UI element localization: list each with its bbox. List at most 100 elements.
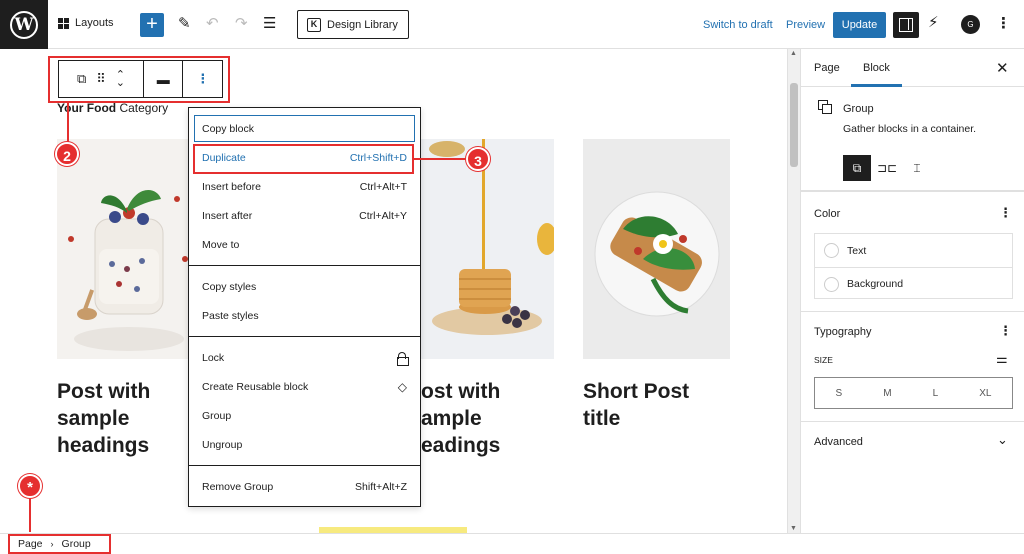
layouts-label: Layouts: [75, 17, 114, 29]
menu-item-paste-styles[interactable]: Paste styles: [189, 301, 420, 330]
annotation-connector-2: [67, 103, 69, 142]
pencil-tools-icon[interactable]: ✎: [178, 14, 191, 32]
post-title-3[interactable]: Short Post title: [583, 378, 689, 432]
font-size-picker: S M L XL: [814, 377, 1013, 409]
design-library-button[interactable]: K Design Library: [297, 10, 409, 39]
menu-item-label: Create Reusable block: [202, 380, 309, 393]
block-inserter-button[interactable]: +: [140, 13, 164, 37]
close-icon[interactable]: ✕: [996, 59, 1009, 77]
color-text-row[interactable]: Text: [815, 234, 1012, 267]
menu-item-shortcut: Ctrl+Alt+T: [359, 180, 407, 193]
color-background-label: Background: [847, 278, 904, 290]
color-options-kebab-icon[interactable]: ⋮: [999, 205, 1012, 221]
section-heading-bold: Your Food: [57, 101, 117, 115]
text-color-swatch: [824, 243, 839, 258]
update-button[interactable]: Update: [833, 12, 886, 38]
group-variation-icon: ⧉: [852, 160, 862, 175]
design-library-label: Design Library: [327, 18, 398, 31]
menu-item-label: Lock: [202, 351, 225, 364]
menu-item-copy-block[interactable]: Copy block: [193, 114, 416, 143]
block-card-description: Gather blocks in a container.: [843, 123, 977, 135]
color-background-row[interactable]: Background: [815, 267, 1012, 300]
post-image-yogurt-parfait: [57, 139, 204, 359]
annotation-box-block-toolbar: [48, 56, 230, 103]
menu-item-label: Ungroup: [202, 438, 243, 451]
options-kebab-icon[interactable]: ⋮: [996, 14, 1011, 32]
list-view-icon[interactable]: ☰: [263, 14, 276, 32]
undo-icon[interactable]: ↶: [206, 14, 219, 32]
block-breadcrumb-bar: [0, 533, 1024, 554]
post-title-2[interactable]: ost with ample eadings: [421, 378, 500, 459]
menu-item-insert-before[interactable]: Insert before Ctrl+Alt+T: [189, 172, 420, 201]
annotation-marker-3: 3: [466, 147, 490, 171]
tab-block[interactable]: Block: [863, 62, 890, 74]
switch-to-draft-link[interactable]: Switch to draft: [703, 19, 773, 31]
menu-item-lock[interactable]: Lock: [189, 343, 420, 372]
variation-stack-button[interactable]: ⌶: [903, 155, 931, 181]
annotation-box-breadcrumb: [8, 534, 111, 554]
background-color-swatch: [824, 276, 839, 292]
wordpress-logo-button[interactable]: W: [0, 0, 48, 49]
lock-icon: [397, 351, 409, 366]
menu-item-label: Insert after: [202, 209, 253, 222]
annotation-connector-star: [29, 498, 31, 532]
tab-page[interactable]: Page: [814, 62, 840, 74]
post-title-1[interactable]: Post with sample headings: [57, 378, 150, 459]
post-title-line: Post with: [57, 380, 151, 403]
sidebar-tabs: Page Block ✕: [801, 49, 1024, 87]
post-title-line: ample: [421, 407, 482, 430]
menu-group-styles: Copy styles Paste styles: [189, 266, 420, 337]
font-size-xl[interactable]: XL: [979, 388, 991, 399]
menu-item-remove-group[interactable]: Remove Group Shift+Alt+Z: [189, 472, 420, 501]
chevron-down-icon[interactable]: ⌄: [997, 432, 1008, 448]
annotation-connector-3: [414, 158, 466, 160]
g-plugin-icon[interactable]: G: [961, 15, 980, 34]
menu-group-block: Copy block Duplicate Ctrl+Shift+D Insert …: [189, 108, 420, 266]
redo-icon[interactable]: ↷: [235, 14, 248, 32]
post-title-line: ost with: [421, 380, 501, 403]
menu-item-label: Insert before: [202, 180, 261, 193]
performance-icon[interactable]: ⚡: [928, 13, 939, 31]
variation-row-button[interactable]: ⊐⊏: [873, 155, 901, 181]
scroll-down-arrow-icon[interactable]: ▼: [790, 525, 797, 532]
block-card-title: Group: [843, 103, 874, 115]
menu-group-structure: Lock Create Reusable block ◇ Group Ungrou…: [189, 337, 420, 466]
menu-item-group[interactable]: Group: [189, 401, 420, 430]
preview-link[interactable]: Preview: [786, 19, 825, 31]
scrollbar-thumb[interactable]: [790, 83, 798, 167]
color-settings-list: Text Background: [814, 233, 1013, 299]
custom-size-sliders-icon[interactable]: ⚌: [996, 351, 1008, 367]
menu-item-copy-styles[interactable]: Copy styles: [189, 272, 420, 301]
advanced-panel-title[interactable]: Advanced: [814, 436, 863, 448]
color-text-label: Text: [847, 244, 867, 257]
layouts-button[interactable]: Layouts: [58, 17, 114, 29]
post-title-line: Short Post: [583, 380, 690, 403]
group-variations: ⧉ ⊐⊏ ⌶: [843, 155, 931, 181]
font-size-m[interactable]: M: [883, 388, 891, 399]
menu-group-remove: Remove Group Shift+Alt+Z: [189, 466, 420, 507]
settings-sidebar-toggle[interactable]: [893, 12, 919, 38]
menu-item-label: Copy block: [202, 122, 254, 135]
size-label: SIZE: [814, 355, 833, 365]
post-title-line: title: [583, 407, 621, 430]
menu-item-ungroup[interactable]: Ungroup: [189, 430, 420, 459]
menu-item-insert-after[interactable]: Insert after Ctrl+Alt+Y: [189, 201, 420, 230]
menu-item-label: Paste styles: [202, 309, 259, 322]
menu-item-label: Move to: [202, 238, 240, 251]
menu-item-create-reusable-block[interactable]: Create Reusable block ◇: [189, 372, 420, 401]
variation-group-button[interactable]: ⧉: [843, 155, 871, 181]
menu-item-move-to[interactable]: Move to: [189, 230, 420, 259]
section-heading-rest: Category: [116, 101, 169, 115]
post-image-pancakes: [407, 139, 554, 359]
settings-sidebar: Page Block ✕ Group Gather blocks in a co…: [800, 49, 1024, 533]
menu-item-label: Copy styles: [202, 280, 257, 293]
annotation-marker-star: *: [18, 474, 42, 498]
font-size-l[interactable]: L: [933, 388, 939, 399]
annotation-box-duplicate: [193, 144, 414, 174]
typography-options-kebab-icon[interactable]: ⋮: [999, 323, 1012, 339]
canvas-scrollbar[interactable]: ▲ ▼: [787, 49, 800, 533]
font-size-s[interactable]: S: [836, 388, 843, 399]
menu-item-label: Remove Group: [202, 480, 274, 493]
section-heading: Your Food Category: [57, 101, 168, 115]
scroll-up-arrow-icon[interactable]: ▲: [790, 50, 797, 57]
